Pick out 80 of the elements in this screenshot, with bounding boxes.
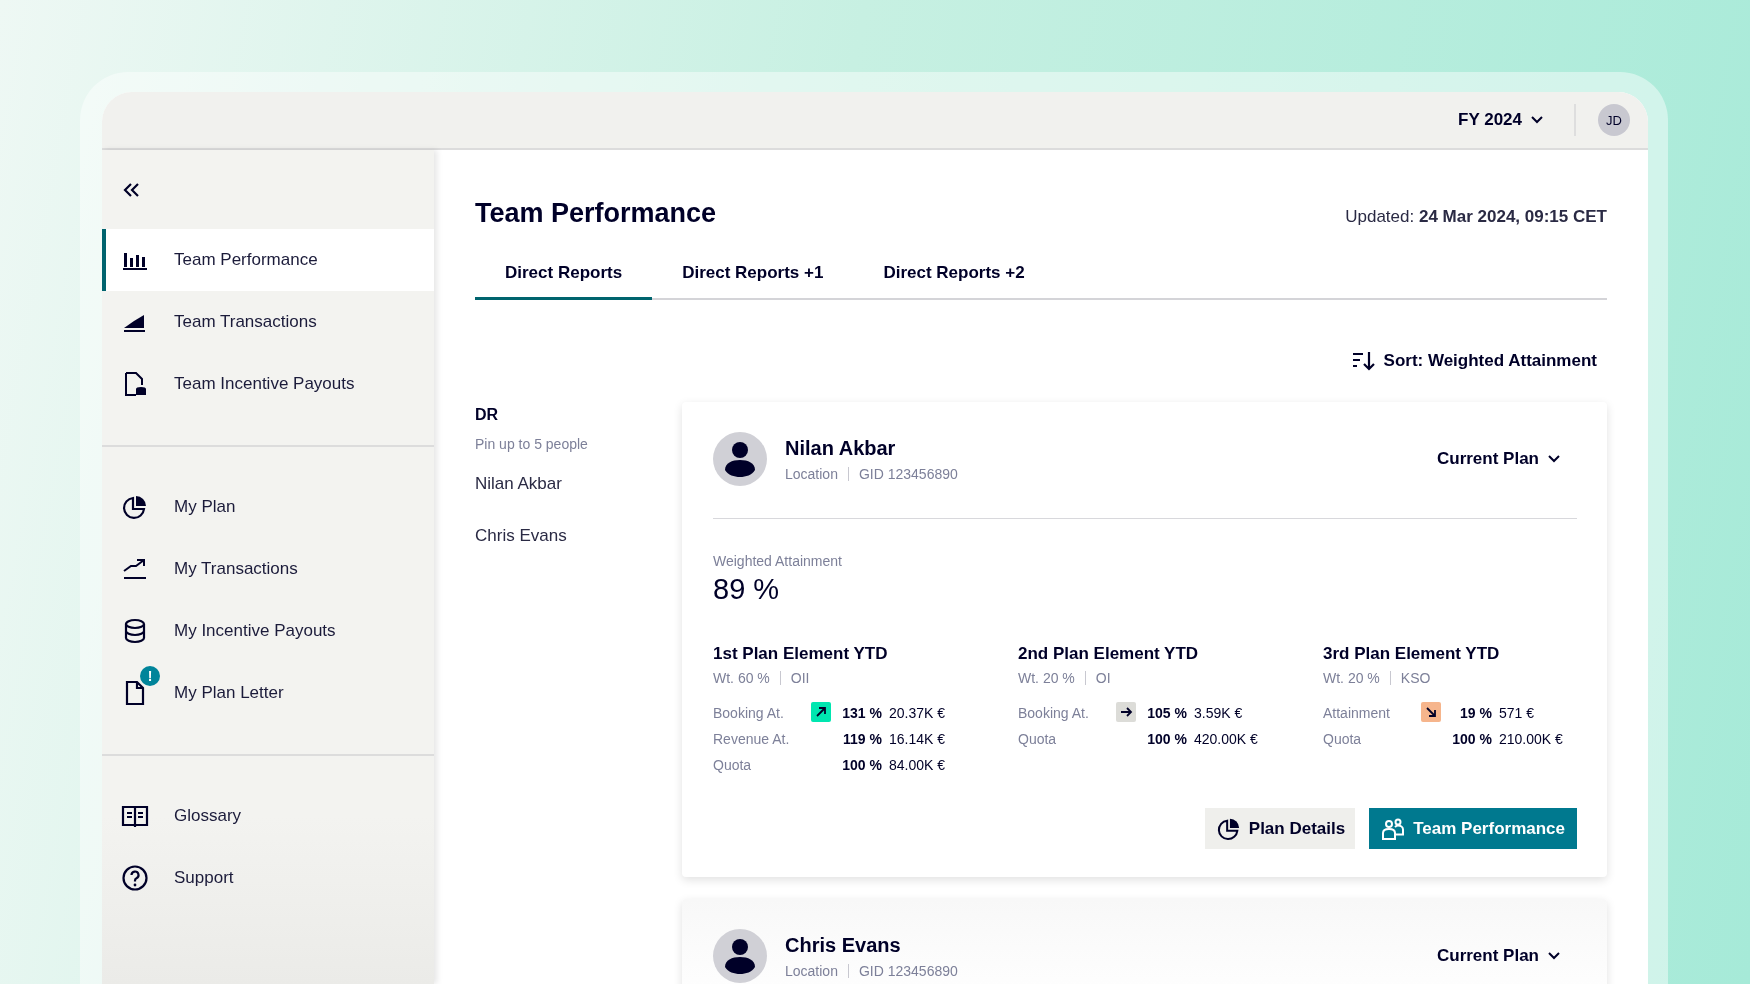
- element-type: KSO: [1400, 670, 1431, 686]
- avatar-icon: [713, 929, 767, 983]
- metric-percent: 119 %: [842, 731, 883, 747]
- metric-percent: 100 %: [841, 757, 883, 773]
- chevron-down-icon: [1530, 115, 1544, 125]
- metric-label: Booking At.: [1018, 705, 1090, 721]
- people-icon: [1381, 816, 1406, 841]
- document-icon: [124, 680, 146, 706]
- plan-element-title: 2nd Plan Element YTD: [1018, 644, 1200, 664]
- person-name: Chris Evans: [785, 933, 902, 957]
- metric-label: Quota: [1323, 731, 1363, 747]
- user-avatar[interactable]: JD: [1598, 104, 1630, 136]
- help-icon: [121, 864, 149, 892]
- database-icon: [123, 618, 147, 644]
- plan-dropdown[interactable]: Current Plan: [1430, 945, 1567, 967]
- sidebar-item[interactable]: Team Performance: [102, 229, 434, 291]
- sort-icon: [1351, 350, 1376, 372]
- pinned-person[interactable]: Nilan Akbar: [475, 474, 682, 494]
- metric-label: Attainment: [1323, 705, 1391, 721]
- fiscal-year-dropdown[interactable]: FY 2024: [1452, 106, 1550, 134]
- tab[interactable]: Direct Reports +1: [652, 251, 854, 300]
- location-label: Location: [785, 465, 838, 482]
- element-type: OI: [1095, 670, 1111, 686]
- pinned-person[interactable]: Chris Evans: [475, 526, 682, 546]
- gid-label: GID 123456890: [858, 962, 958, 979]
- metric-label: Quota: [713, 757, 753, 773]
- metric-amount: 84.00K €: [889, 757, 947, 773]
- metric-percent: 19 %: [1459, 705, 1493, 721]
- collapse-icon[interactable]: [122, 180, 142, 199]
- tab[interactable]: Direct Reports: [475, 251, 653, 300]
- document-coins-icon: [122, 371, 148, 397]
- metric-label: Booking At.: [713, 705, 785, 721]
- sidebar-item[interactable]: My Transactions: [102, 538, 434, 600]
- metric-label: Revenue At.: [713, 731, 791, 747]
- plan-details-button[interactable]: Plan Details: [1204, 808, 1356, 849]
- metric-percent: 100 %: [1451, 731, 1493, 747]
- sidebar-item[interactable]: My Incentive Payouts: [102, 600, 434, 662]
- metric-amount: 16.14K €: [889, 731, 947, 747]
- metric-amount: 20.37K €: [889, 705, 947, 721]
- avatar-icon: [713, 432, 767, 486]
- updated-timestamp: Updated: 24 Mar 2024, 09:15 CET: [1345, 207, 1607, 227]
- trend-arrow-icon: [122, 557, 148, 581]
- chevron-down-icon: [1547, 951, 1561, 961]
- weighted-attainment-label: Weighted Attainment: [713, 553, 843, 569]
- location-label: Location: [785, 962, 838, 979]
- metric-amount: 210.00K €: [1499, 731, 1564, 747]
- weight-label: Wt. 20 %: [1018, 670, 1075, 686]
- element-type: OII: [790, 670, 810, 686]
- gid-label: GID 123456890: [858, 465, 958, 482]
- weight-label: Wt. 20 %: [1323, 670, 1380, 686]
- person-name: Nilan Akbar: [785, 436, 897, 460]
- pins-hint: Pin up to 5 people: [475, 436, 589, 452]
- team-performance-button[interactable]: Team Performance: [1369, 808, 1577, 849]
- sidebar-item[interactable]: My Plan: [102, 476, 434, 538]
- metric-label: Quota: [1018, 731, 1058, 747]
- weighted-attainment-value: 89 %: [713, 573, 781, 606]
- plan-element-title: 1st Plan Element YTD: [713, 644, 889, 664]
- metric-amount: 3.59K €: [1194, 705, 1244, 721]
- chevron-down-icon: [1547, 454, 1561, 464]
- sidebar-item[interactable]: ! My Plan Letter: [102, 662, 434, 724]
- alert-badge: !: [140, 666, 160, 686]
- book-icon: [121, 804, 149, 828]
- tab[interactable]: Direct Reports +2: [853, 251, 1055, 300]
- page-title: Team Performance: [475, 198, 717, 229]
- metric-amount: 571 €: [1499, 705, 1536, 721]
- plan-element-title: 3rd Plan Element YTD: [1323, 644, 1501, 664]
- pie-chart-icon: [1216, 816, 1241, 841]
- sidebar-item[interactable]: Team Transactions: [102, 291, 434, 353]
- plan-dropdown[interactable]: Current Plan: [1430, 448, 1567, 470]
- metric-percent: 100 %: [1146, 731, 1188, 747]
- pins-heading: DR: [475, 406, 500, 424]
- metric-percent: 105 %: [1146, 705, 1188, 721]
- sidebar-item[interactable]: Team Incentive Payouts: [102, 353, 434, 415]
- pie-chart-icon: [122, 494, 148, 520]
- metric-percent: 131 %: [841, 705, 883, 721]
- metric-amount: 420.00K €: [1194, 731, 1259, 747]
- sidebar-item[interactable]: Glossary: [102, 785, 434, 847]
- sort-button[interactable]: Sort: Weighted Attainment: [1349, 348, 1599, 374]
- sidebar-item[interactable]: Support: [102, 847, 434, 909]
- weight-label: Wt. 60 %: [713, 670, 770, 686]
